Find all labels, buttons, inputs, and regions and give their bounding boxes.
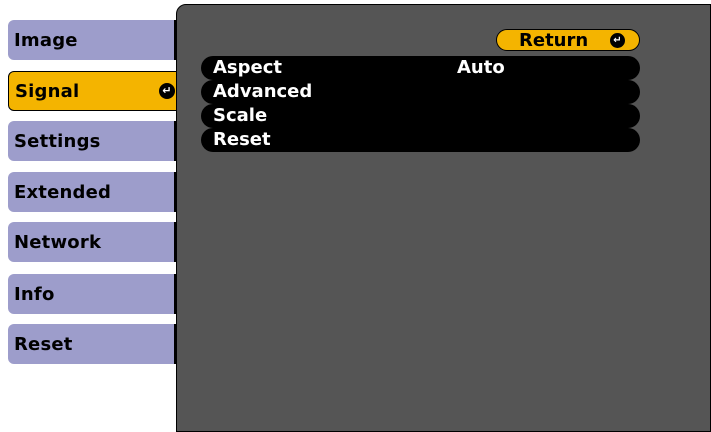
menu-item-label: Signal [15,80,80,102]
menu-item-image[interactable]: Image [8,20,190,60]
row-label: Advanced [213,81,313,102]
row-label: Reset [213,129,271,150]
signal-submenu: Aspect Auto Advanced Scale Reset [201,56,640,152]
menu-item-label: Info [14,283,55,305]
enter-icon: ↵ [610,32,625,48]
menu-item-label: Network [14,231,102,253]
menu-item-extended[interactable]: Extended [8,172,190,212]
main-menu: Image Signal ↵ Settings Extended Network… [0,0,190,432]
submenu-row-advanced[interactable]: Advanced [201,80,640,104]
menu-item-signal[interactable]: Signal ↵ [8,71,184,111]
projector-menu-screen: Image Signal ↵ Settings Extended Network… [0,0,711,432]
menu-item-label: Reset [14,333,73,355]
submenu-row-aspect[interactable]: Aspect Auto [201,56,640,80]
menu-item-info[interactable]: Info [8,274,190,314]
return-button[interactable]: Return ↵ [496,29,640,51]
return-label: Return [519,29,589,51]
menu-item-label: Image [14,29,78,51]
menu-item-settings[interactable]: Settings [8,121,190,161]
menu-item-label: Settings [14,130,101,152]
row-label: Aspect [213,57,283,78]
menu-item-reset[interactable]: Reset [8,324,190,364]
submenu-row-reset[interactable]: Reset [201,128,640,152]
enter-icon: ↵ [159,83,175,99]
row-label: Scale [213,105,268,126]
row-value: Auto [457,57,505,78]
menu-item-label: Extended [14,181,112,203]
submenu-row-scale[interactable]: Scale [201,104,640,128]
menu-item-network[interactable]: Network [8,222,190,262]
